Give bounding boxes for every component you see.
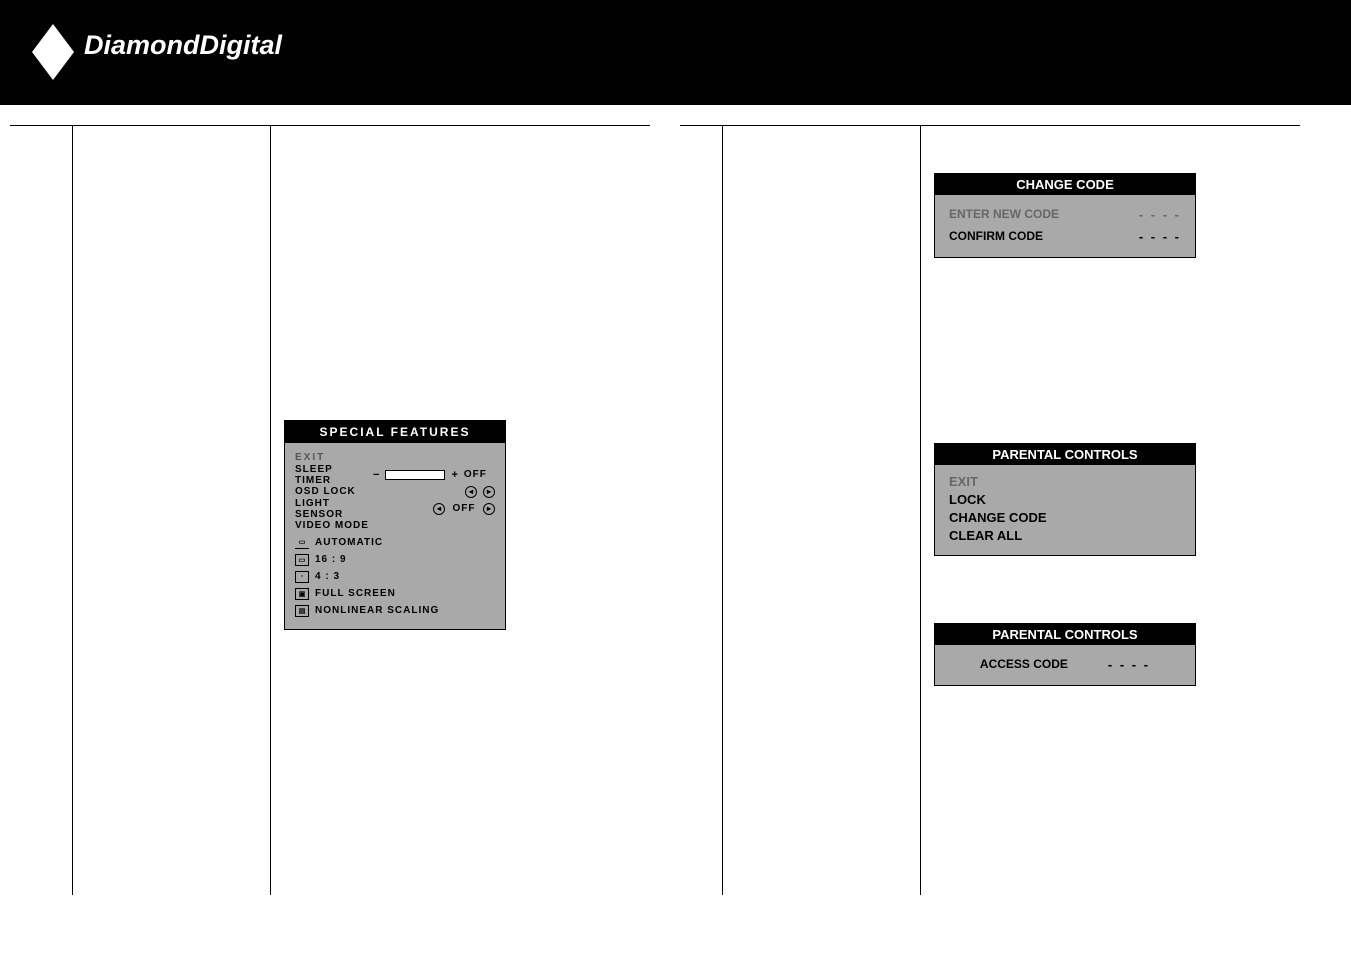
left-vrule-2: [270, 125, 271, 895]
code-dashes: - - - -: [1108, 657, 1150, 672]
row-access-code[interactable]: ACCESS CODE - - - -: [949, 653, 1181, 675]
osd-sleep-timer[interactable]: SLEEP TIMER − + OFF: [295, 466, 495, 483]
page-banner: DiamondDigital: [0, 0, 1351, 105]
code-dashes: - - - -: [1139, 207, 1181, 222]
aspect-nonlinear-icon: ▤: [295, 605, 309, 617]
osd-vm-label: VIDEO MODE: [295, 520, 369, 531]
osd-vm-43-label: 4 : 3: [315, 571, 340, 582]
osd-vm-169[interactable]: ▭ 16 : 9: [295, 551, 495, 568]
osd-vm-nonlinear[interactable]: ▤ NONLINEAR SCALING: [295, 602, 495, 619]
osd-vm-43[interactable]: ▫ 4 : 3: [295, 568, 495, 585]
osd-title: PARENTAL CONTROLS: [935, 624, 1195, 645]
osd-title: CHANGE CODE: [935, 174, 1195, 195]
plus-icon: +: [451, 469, 457, 481]
osd-vm-auto-label: AUTOMATIC: [315, 537, 383, 548]
pc-exit[interactable]: EXIT: [949, 473, 1181, 491]
left-top-rule: [10, 125, 650, 126]
row-confirm-code[interactable]: CONFIRM CODE - - - -: [949, 225, 1181, 247]
confirm-code-label: CONFIRM CODE: [949, 229, 1043, 243]
brand-name: DiamondDigital: [84, 30, 282, 61]
pc-clear-all[interactable]: CLEAR ALL: [949, 527, 1181, 545]
pc-change-code[interactable]: CHANGE CODE: [949, 509, 1181, 527]
code-dashes: - - - -: [1139, 229, 1181, 244]
left-arrow-icon[interactable]: ◂: [433, 503, 445, 515]
osd-ls-label: LIGHT SENSOR: [295, 498, 377, 520]
aspect-full-icon: ▣: [295, 588, 309, 600]
osd-change-code: CHANGE CODE ENTER NEW CODE - - - - CONFI…: [934, 173, 1196, 258]
osd-sleep-off: OFF: [464, 469, 487, 480]
sleep-slider[interactable]: [385, 470, 445, 480]
osd-vm-nl-label: NONLINEAR SCALING: [315, 605, 439, 616]
right-vrule-1: [722, 125, 723, 895]
left-arrow-icon[interactable]: ◂: [465, 486, 477, 498]
osd-body: EXIT LOCK CHANGE CODE CLEAR ALL: [935, 465, 1195, 555]
osd-body: ACCESS CODE - - - -: [935, 645, 1195, 685]
aspect-169-icon: ▭: [295, 554, 309, 566]
access-code-label: ACCESS CODE: [980, 657, 1068, 671]
osd-exit-label: EXIT: [295, 452, 325, 463]
osd-vm-full[interactable]: ▣ FULL SCREEN: [295, 585, 495, 602]
osd-lightsensor[interactable]: LIGHT SENSOR ◂ OFF ▸: [295, 500, 495, 517]
minus-icon: −: [373, 469, 379, 481]
row-enter-code[interactable]: ENTER NEW CODE - - - -: [949, 203, 1181, 225]
osd-ls-off: OFF: [451, 503, 477, 514]
osd-videomode-header: VIDEO MODE: [295, 517, 495, 534]
osd-body: ENTER NEW CODE - - - - CONFIRM CODE - - …: [935, 195, 1195, 257]
page-body: SPECIAL FEATURES EXIT SLEEP TIMER − + OF…: [0, 125, 1351, 905]
osd-title: SPECIAL FEATURES: [285, 421, 505, 443]
osd-osdlock-label: OSD LOCK: [295, 486, 367, 497]
aspect-auto-icon: ▭: [295, 537, 309, 549]
osd-title: PARENTAL CONTROLS: [935, 444, 1195, 465]
right-vrule-2: [920, 125, 921, 895]
left-vrule-1: [72, 125, 73, 895]
right-arrow-icon[interactable]: ▸: [483, 486, 495, 498]
osd-parental-controls-menu: PARENTAL CONTROLS EXIT LOCK CHANGE CODE …: [934, 443, 1196, 556]
enter-new-code-label: ENTER NEW CODE: [949, 207, 1059, 221]
right-top-rule: [680, 125, 1300, 126]
aspect-43-icon: ▫: [295, 571, 309, 583]
osd-parental-controls-access: PARENTAL CONTROLS ACCESS CODE - - - -: [934, 623, 1196, 686]
osd-vm-automatic[interactable]: ▭ AUTOMATIC: [295, 534, 495, 551]
osd-special-features: SPECIAL FEATURES EXIT SLEEP TIMER − + OF…: [284, 420, 506, 630]
pc-lock[interactable]: LOCK: [949, 491, 1181, 509]
osd-body: EXIT SLEEP TIMER − + OFF OSD LOCK ◂ ▸ LI…: [285, 443, 505, 629]
right-arrow-icon[interactable]: ▸: [483, 503, 495, 515]
osd-vm-full-label: FULL SCREEN: [315, 588, 396, 599]
osd-vm-169-label: 16 : 9: [315, 554, 347, 565]
diamond-logo-icon: [28, 22, 78, 87]
osd-sleep-label: SLEEP TIMER: [295, 464, 367, 486]
